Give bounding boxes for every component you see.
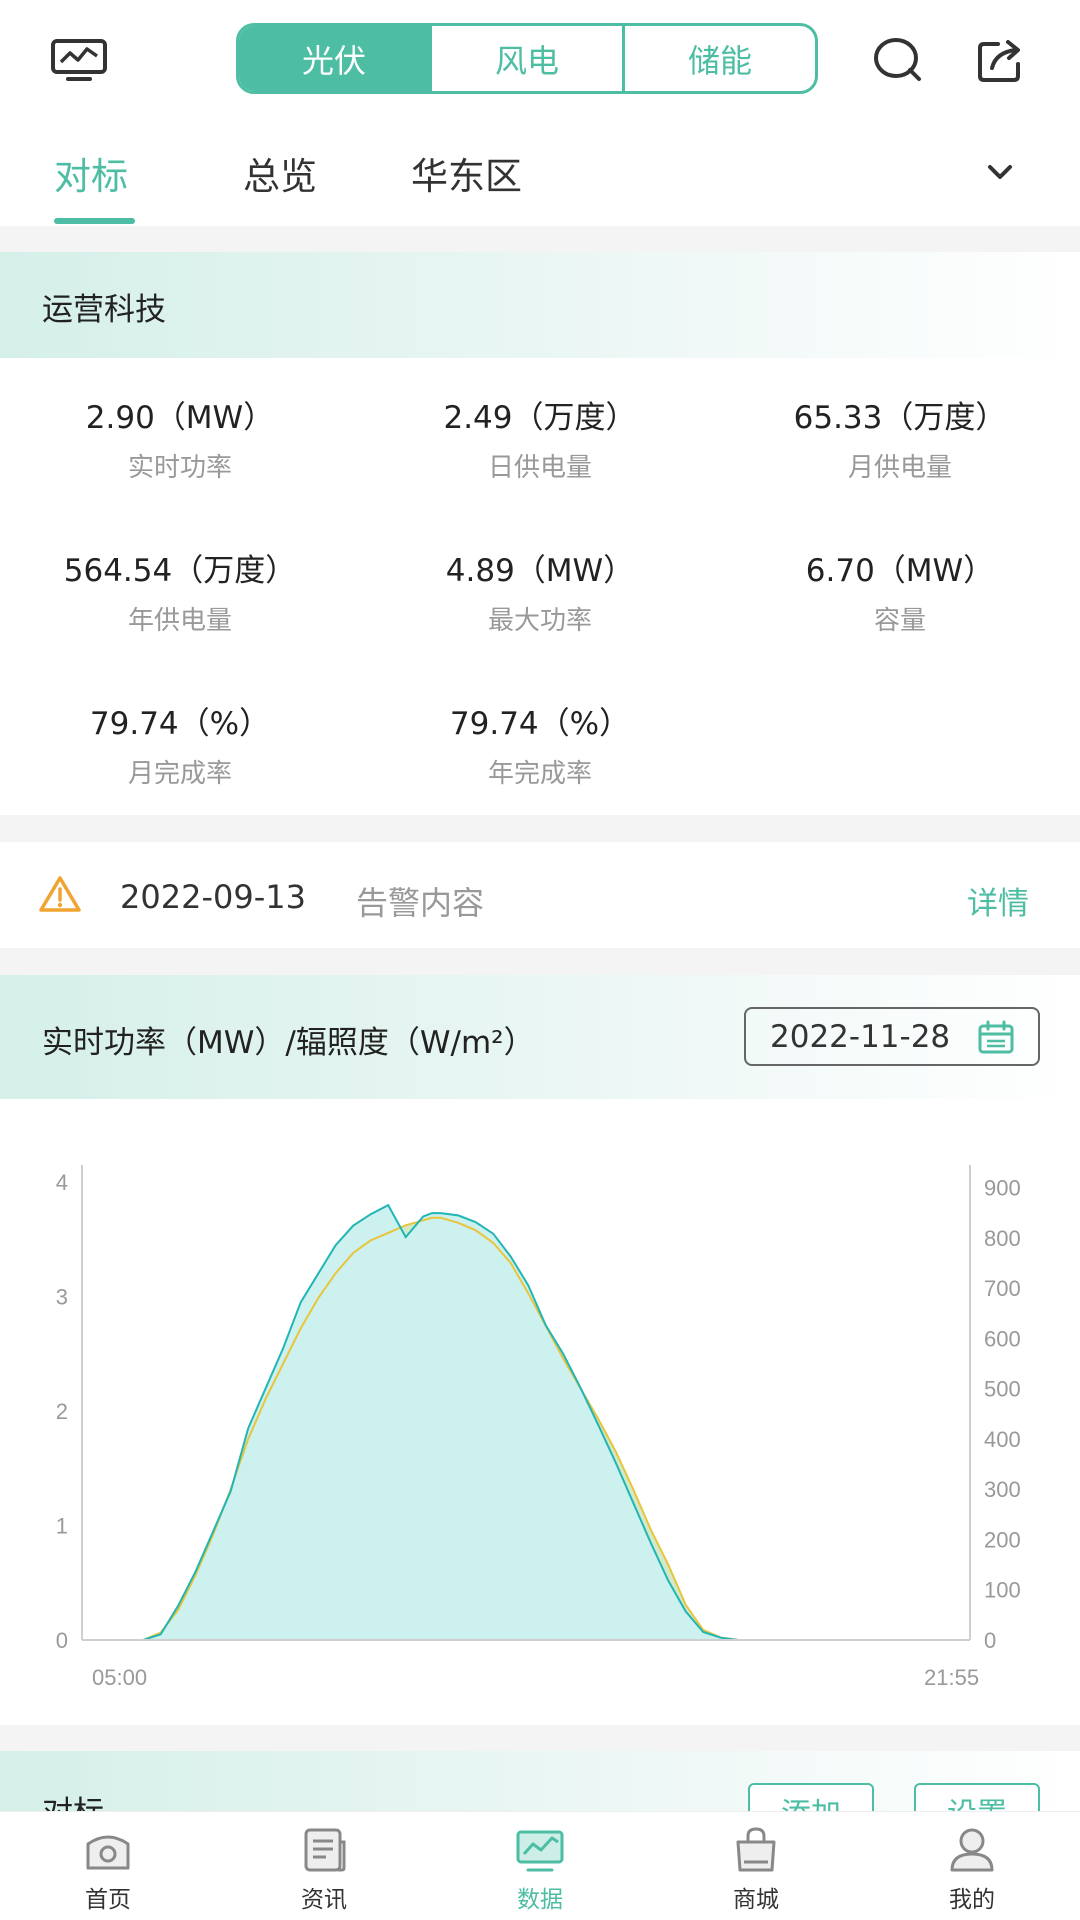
metric-monthly-supply: 65.33（万度） 月供电量 xyxy=(720,392,1080,484)
alarm-detail-link[interactable]: 详情 xyxy=(967,878,1029,923)
metric-max-power: 4.89（MW） 最大功率 xyxy=(360,545,720,637)
nav-label: 首页 xyxy=(85,1887,131,1913)
metric-value: 6.70（MW） xyxy=(805,553,995,589)
region-tabs: 对标 总览 华东区 xyxy=(0,118,1080,226)
left-axis-tick-2: 2 xyxy=(56,1399,68,1424)
right-axis-tick-600: 600 xyxy=(984,1326,1021,1351)
right-axis-tick-500: 500 xyxy=(984,1377,1021,1402)
metric-capacity: 6.70（MW） 容量 xyxy=(720,545,1080,637)
metric-value: 79.74（%） xyxy=(89,706,271,742)
metric-value: 2.49（万度） xyxy=(443,400,637,436)
right-axis-tick-0: 0 xyxy=(984,1628,996,1653)
nav-mine[interactable]: 我的 xyxy=(864,1812,1080,1920)
bottom-nav: 首页 资讯 数据 商城 我的 xyxy=(0,1811,1080,1920)
metric-label: 月供电量 xyxy=(847,453,952,483)
metric-label: 最大功率 xyxy=(487,606,592,636)
nav-label: 资讯 xyxy=(301,1887,347,1913)
segment-storage[interactable]: 储能 xyxy=(622,26,815,91)
metric-label: 月完成率 xyxy=(127,759,232,789)
tab-benchmark[interactable]: 对标 xyxy=(54,146,128,200)
nav-data[interactable]: 数据 xyxy=(432,1812,648,1920)
metric-label: 容量 xyxy=(873,606,926,636)
metric-monthly-completion: 79.74（%） 月完成率 xyxy=(0,698,360,790)
station-card-header: 运营科技 xyxy=(0,252,1080,358)
user-icon xyxy=(950,1828,994,1872)
metric-label: 日供电量 xyxy=(487,453,592,483)
date-picker-value: 2022-11-28 xyxy=(770,1018,951,1055)
nav-label: 数据 xyxy=(517,1887,563,1913)
right-axis-tick-900: 900 xyxy=(984,1176,1021,1201)
nav-mall[interactable]: 商城 xyxy=(648,1812,864,1920)
left-axis-tick-4: 4 xyxy=(56,1170,68,1195)
right-axis-tick-800: 800 xyxy=(984,1226,1021,1251)
metric-yearly-completion: 79.74（%） 年完成率 xyxy=(360,698,720,790)
nav-label: 商城 xyxy=(733,1887,779,1913)
calendar-icon xyxy=(978,1020,1014,1054)
chart-title: 实时功率（MW）/辐照度（W/m²） xyxy=(42,1025,535,1061)
data-chart-icon xyxy=(516,1830,564,1872)
metric-label: 实时功率 xyxy=(127,453,232,483)
right-axis-tick-400: 400 xyxy=(984,1427,1021,1452)
chevron-down-icon[interactable] xyxy=(984,160,1016,184)
metric-value: 2.90（MW） xyxy=(85,400,275,436)
search-icon[interactable] xyxy=(872,36,924,84)
power-area xyxy=(82,1205,970,1640)
home-icon xyxy=(86,1835,130,1870)
segment-wind[interactable]: 风电 xyxy=(429,26,622,91)
metric-value: 564.54（万度） xyxy=(63,553,297,589)
left-axis-tick-1: 1 xyxy=(56,1514,68,1539)
metric-value: 4.89（MW） xyxy=(445,553,635,589)
nav-label: 我的 xyxy=(949,1887,995,1913)
metric-realtime-power: 2.90（MW） 实时功率 xyxy=(0,392,360,484)
right-axis-tick-200: 200 xyxy=(984,1527,1021,1552)
station-card: 运营科技 2.90（MW） 实时功率 2.49（万度） 日供电量 65.33（万… xyxy=(0,252,1080,815)
alarm-date: 2022-09-13 xyxy=(120,878,306,916)
add-button[interactable]: 添加 xyxy=(748,1783,874,1811)
active-tab-indicator xyxy=(54,218,135,224)
warning-icon xyxy=(38,874,82,914)
metric-daily-supply: 2.49（万度） 日供电量 xyxy=(360,392,720,484)
tab-overview[interactable]: 总览 xyxy=(243,146,317,200)
power-irradiance-chart: 0 1 2 3 4 0 100 200 300 400 500 600 700 800 900 05:00… xyxy=(56,1165,1021,1690)
station-name: 运营科技 xyxy=(42,292,166,328)
metric-value: 79.74（%） xyxy=(449,706,631,742)
settings-button[interactable]: 设置 xyxy=(914,1783,1040,1811)
metric-yearly-supply: 564.54（万度） 年供电量 xyxy=(0,545,360,637)
date-picker[interactable]: 2022-11-28 xyxy=(744,1007,1040,1066)
right-axis-tick-100: 100 xyxy=(984,1578,1021,1603)
metric-label: 年供电量 xyxy=(127,606,232,636)
x-tick-end: 21:55 xyxy=(924,1665,979,1690)
benchmark-card: 对标 添加 设置 xyxy=(0,1751,1080,1811)
alarm-content: 告警内容 xyxy=(356,884,485,922)
right-axis-tick-700: 700 xyxy=(984,1276,1021,1301)
shopping-bag-icon xyxy=(736,1827,776,1872)
metric-value: 65.33（万度） xyxy=(793,400,1007,436)
energy-type-switch: 光伏 风电 储能 xyxy=(236,23,818,94)
nav-news[interactable]: 资讯 xyxy=(216,1812,432,1920)
share-icon[interactable] xyxy=(976,36,1026,84)
benchmark-title: 对标 xyxy=(42,1787,104,1811)
metric-label: 年完成率 xyxy=(487,759,592,789)
segment-solar[interactable]: 光伏 xyxy=(239,26,429,91)
left-axis-tick-0: 0 xyxy=(56,1628,68,1653)
tab-east-china[interactable]: 华东区 xyxy=(411,146,522,200)
top-bar: 光伏 风电 储能 xyxy=(0,0,1080,118)
left-axis-tick-3: 3 xyxy=(56,1285,68,1310)
nav-home[interactable]: 首页 xyxy=(0,1812,216,1920)
x-tick-start: 05:00 xyxy=(92,1665,147,1690)
news-icon xyxy=(304,1828,346,1872)
right-axis-tick-300: 300 xyxy=(984,1477,1021,1502)
monitor-chart-icon[interactable] xyxy=(50,38,108,82)
